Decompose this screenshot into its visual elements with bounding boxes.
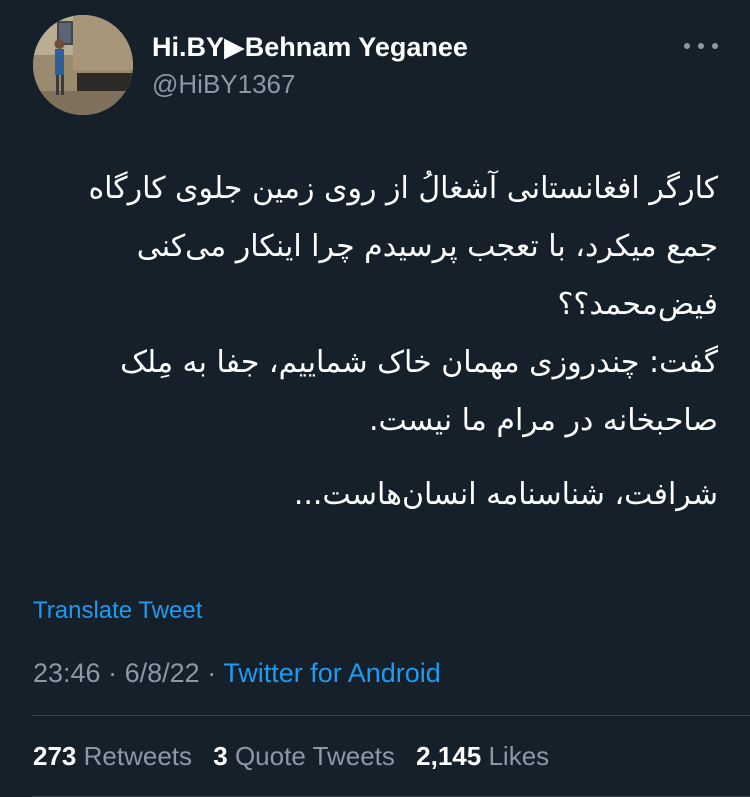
tweet-time[interactable]: 23:46 — [33, 658, 101, 688]
tweet-header: Hi.BY▶Behnam Yeganee @HiBY1367 — [0, 0, 750, 130]
avatar[interactable] — [33, 15, 133, 115]
divider — [32, 715, 750, 716]
tweet-detail: Hi.BY▶Behnam Yeganee @HiBY1367 کارگر افغ… — [0, 0, 750, 797]
likes-label: Likes — [488, 741, 550, 771]
meta-separator: · — [207, 658, 217, 688]
retweets-stat[interactable]: 273 Retweets — [33, 741, 192, 771]
meta-separator: · — [108, 658, 118, 688]
more-horizontal-icon[interactable] — [684, 36, 718, 56]
more-dot — [698, 43, 704, 49]
tweet-date[interactable]: 6/8/22 — [125, 658, 200, 688]
tweet-stats: 273 Retweets 3 Quote Tweets 2,145 Likes — [33, 738, 563, 774]
author-display-name[interactable]: Hi.BY▶Behnam Yeganee — [152, 30, 468, 64]
more-dot — [684, 43, 690, 49]
tweet-source-link[interactable]: Twitter for Android — [223, 658, 441, 688]
quote-tweets-stat[interactable]: 3 Quote Tweets — [213, 741, 395, 771]
author-handle[interactable]: @HiBY1367 — [152, 66, 468, 102]
tweet-text: کارگر افغانستانی آشغالُ از روی زمین جلوی… — [32, 160, 718, 524]
tweet-paragraph: شرافت، شناسنامه انسان‌هاست... — [293, 477, 718, 512]
quote-tweets-label: Quote Tweets — [234, 741, 395, 771]
tweet-paragraph: کارگر افغانستانی آشغالُ از روی زمین جلوی… — [88, 171, 718, 322]
tweet-paragraph: گفت: چندروزی مهمان خاک شماییم، جفا به مِ… — [120, 345, 718, 438]
retweets-label: Retweets — [83, 741, 193, 771]
avatar-photo — [33, 15, 133, 115]
author-info: Hi.BY▶Behnam Yeganee @HiBY1367 — [152, 30, 468, 102]
translate-tweet-link[interactable]: Translate Tweet — [33, 597, 202, 625]
likes-stat[interactable]: 2,145 Likes — [416, 741, 549, 771]
retweets-count: 273 — [33, 741, 77, 771]
tweet-metadata: 23:46 · 6/8/22 · Twitter for Android — [33, 656, 441, 690]
likes-count: 2,145 — [416, 741, 482, 771]
quote-tweets-count: 3 — [213, 741, 228, 771]
more-dot — [712, 43, 718, 49]
